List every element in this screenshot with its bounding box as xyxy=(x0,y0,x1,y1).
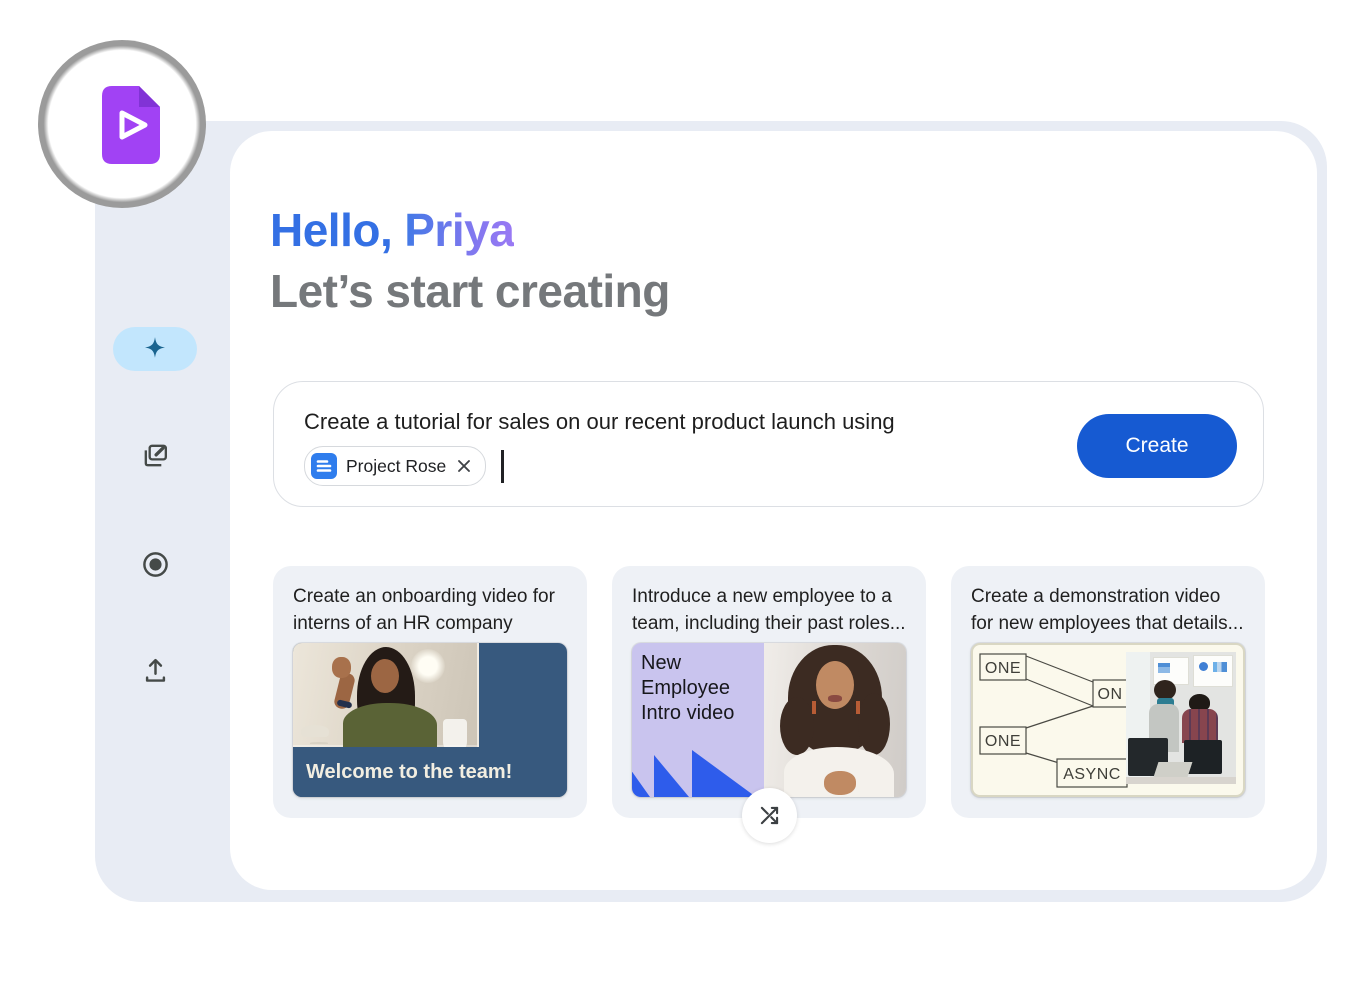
photo-person-mouth xyxy=(828,695,842,702)
prompt-text: Create a tutorial for sales on our recen… xyxy=(304,409,895,435)
file-chip[interactable]: Project Rose xyxy=(304,446,486,486)
page-title: Hello,Priya Let’s start creating xyxy=(270,200,670,322)
card-thumbnail-demo: ONE ON ONE ASYNC xyxy=(971,643,1245,797)
suggestion-card-onboarding[interactable]: Create an onboarding video for interns o… xyxy=(273,566,587,818)
text-caret xyxy=(501,450,504,483)
photo-person-shirt xyxy=(343,703,437,747)
suggestion-card-demo[interactable]: Create a demonstration video for new emp… xyxy=(951,566,1265,818)
decor-triangle xyxy=(632,759,650,797)
shuffle-suggestions-button[interactable] xyxy=(742,788,797,843)
suggestion-cards: Create an onboarding video for interns o… xyxy=(273,566,1265,818)
photo-person-hair-right xyxy=(858,693,890,755)
prompt-input[interactable]: Create a tutorial for sales on our recen… xyxy=(273,381,1264,507)
greeting-name: Priya xyxy=(404,200,514,261)
google-vids-logo-icon xyxy=(102,86,160,164)
card-title: Create an onboarding video for interns o… xyxy=(293,583,567,637)
thumbnail-caption: Welcome to the team! xyxy=(293,747,567,797)
diagram-label: ON xyxy=(1098,686,1123,703)
prompt-chip-row: Project Rose xyxy=(304,446,504,486)
diagram-label: ONE xyxy=(985,660,1021,677)
diagram-label: ONE xyxy=(985,733,1021,750)
diagram-label: ASYNC xyxy=(1063,766,1121,783)
photo-desk xyxy=(1126,777,1236,784)
card-thumbnail-intro: New Employee Intro video xyxy=(632,643,906,797)
greeting-line: Hello,Priya xyxy=(270,200,670,261)
card-title: Create a demonstration video for new emp… xyxy=(971,583,1245,637)
card-title: Introduce a new employee to a team, incl… xyxy=(632,583,906,637)
photo-person-hair-left xyxy=(780,697,814,755)
sidebar-item-edit-media[interactable] xyxy=(140,440,171,471)
sidebar-item-upload[interactable] xyxy=(140,655,171,686)
thumbnail-photo xyxy=(764,643,906,797)
photo-chair xyxy=(301,725,329,737)
docs-file-icon xyxy=(311,453,337,479)
thumbnail-photo xyxy=(293,643,479,747)
decor-triangle xyxy=(654,755,689,797)
photo-lamp xyxy=(411,649,445,683)
thumbnail-title-text: New Employee Intro video xyxy=(641,652,734,724)
photo-earring-right xyxy=(856,701,860,714)
photo-person-hand xyxy=(332,657,351,678)
close-icon[interactable] xyxy=(455,457,473,475)
photo-whiteboard xyxy=(1194,656,1232,686)
sparkle-icon xyxy=(140,334,170,364)
photo-person2-body xyxy=(1182,709,1218,743)
greeting-prefix: Hello, xyxy=(270,204,392,256)
photo-person1-hair xyxy=(1154,680,1176,700)
sidebar-item-record[interactable] xyxy=(140,549,171,580)
sidebar-item-ai-create[interactable] xyxy=(113,327,197,371)
create-button[interactable]: Create xyxy=(1077,414,1237,478)
photo-laptop xyxy=(1154,762,1193,777)
thumbnail-title-panel: New Employee Intro video xyxy=(632,643,764,797)
edit-media-icon xyxy=(140,440,171,471)
record-icon xyxy=(140,549,171,580)
file-chip-label: Project Rose xyxy=(346,456,446,477)
decor-triangle xyxy=(692,750,756,797)
flow-diagram: ONE ON ONE ASYNC xyxy=(975,647,1131,793)
upload-icon xyxy=(140,655,171,686)
shuffle-icon xyxy=(759,805,780,826)
photo-person-hands xyxy=(824,771,856,795)
photo-earring-left xyxy=(812,701,816,714)
thumbnail-photo xyxy=(1126,652,1236,784)
card-thumbnail-onboarding: Welcome to the team! xyxy=(293,643,567,797)
greeting-subtitle: Let’s start creating xyxy=(270,261,670,322)
app-logo-badge xyxy=(38,40,206,208)
suggestion-card-intro[interactable]: Introduce a new employee to a team, incl… xyxy=(612,566,926,818)
photo-person-face xyxy=(371,659,399,693)
